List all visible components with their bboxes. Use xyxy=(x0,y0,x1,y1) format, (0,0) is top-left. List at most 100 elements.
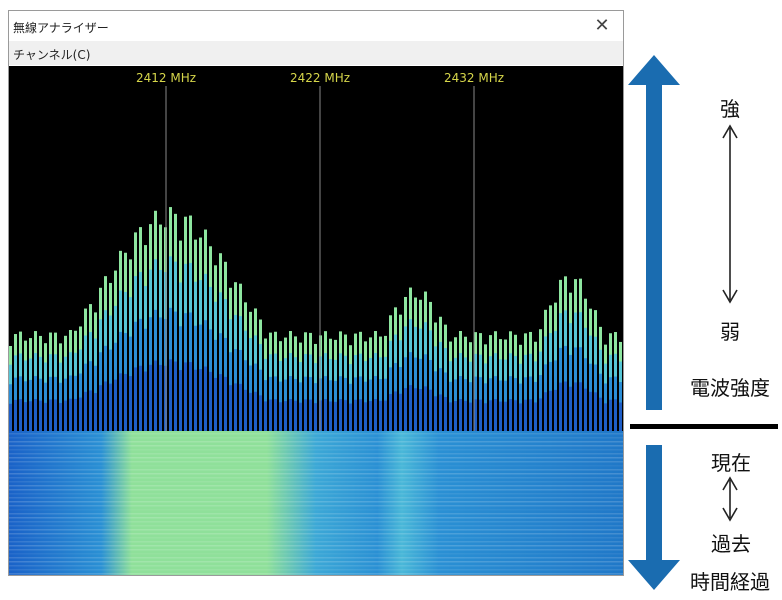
title-bar: 無線アナライザー ✕ xyxy=(9,11,623,41)
waterfall-row xyxy=(9,517,623,519)
signal-bar xyxy=(49,399,52,431)
signal-bar xyxy=(304,399,307,431)
signal-bar xyxy=(124,373,127,431)
waterfall-row xyxy=(9,533,623,535)
signal-bar xyxy=(299,402,302,431)
signal-bar xyxy=(324,399,327,431)
signal-bar xyxy=(374,399,377,431)
signal-bar xyxy=(269,399,272,431)
signal-bar xyxy=(549,390,552,431)
signal-bar xyxy=(369,401,372,431)
signal-bar xyxy=(394,391,397,431)
signal-bar xyxy=(584,388,587,431)
waterfall-row xyxy=(9,569,623,571)
signal-bar xyxy=(609,399,612,431)
signal-bar xyxy=(364,402,367,431)
signal-bar xyxy=(464,400,467,431)
signal-bar xyxy=(544,392,547,431)
waterfall-row xyxy=(9,437,623,439)
signal-bar xyxy=(79,397,82,431)
signal-bar xyxy=(604,403,607,431)
signal-bar xyxy=(189,362,192,431)
signal-bar xyxy=(449,402,452,431)
signal-bar xyxy=(349,403,352,431)
signal-bar xyxy=(559,382,562,431)
signal-bar xyxy=(284,401,287,431)
signal-bar xyxy=(359,399,362,431)
signal-bar xyxy=(389,393,392,431)
waterfall-row xyxy=(9,509,623,511)
arrow-down-icon xyxy=(628,445,680,590)
signal-bar xyxy=(519,403,522,431)
signal-bar xyxy=(139,365,142,431)
signal-bar xyxy=(89,390,92,431)
menu-item-channel[interactable]: チャンネル(C) xyxy=(13,46,90,63)
signal-bar xyxy=(9,403,12,431)
signal-bar xyxy=(404,388,407,431)
signal-bar xyxy=(589,391,592,431)
waterfall-row xyxy=(9,505,623,507)
waterfall-row xyxy=(9,521,623,523)
signal-bars xyxy=(9,207,622,431)
frequency-marker-label: 2422 MHz xyxy=(290,71,350,85)
signal-bar xyxy=(274,399,277,431)
waterfall-row xyxy=(9,493,623,495)
signal-bar xyxy=(59,402,62,431)
waterfall-row xyxy=(9,453,623,455)
signal-bar xyxy=(84,391,87,431)
waterfall-row xyxy=(9,553,623,555)
frequency-marker-label: 2432 MHz xyxy=(444,71,504,85)
signal-bar xyxy=(264,401,267,431)
signal-bar xyxy=(209,371,212,431)
signal-bar xyxy=(69,398,72,431)
signal-bar xyxy=(344,400,347,431)
signal-bar xyxy=(529,399,532,431)
signal-bar xyxy=(19,399,22,431)
signal-bar xyxy=(419,389,422,431)
waterfall-row xyxy=(9,557,623,559)
signal-bar xyxy=(409,385,412,431)
signal-bar xyxy=(429,389,432,431)
waterfall-row xyxy=(9,489,623,491)
window-title: 無線アナライザー xyxy=(13,21,109,35)
signal-bar xyxy=(534,402,537,431)
signal-bar xyxy=(309,399,312,431)
signal-bar xyxy=(619,402,622,431)
signal-bar xyxy=(329,401,332,431)
waterfall-row xyxy=(9,529,623,531)
signal-bar xyxy=(289,399,292,431)
signal-bar xyxy=(109,383,112,431)
signal-bar xyxy=(539,398,542,431)
spectrum-canvas: 2412 MHz 2422 MHz 2432 MHz xyxy=(9,71,623,575)
spectrum-display: 2412 MHz 2422 MHz 2432 MHz xyxy=(9,66,623,575)
signal-bar xyxy=(104,381,107,431)
signal-bar xyxy=(509,399,512,431)
frequency-marker-label: 2412 MHz xyxy=(136,71,196,85)
waterfall-row xyxy=(9,445,623,447)
waterfall-row xyxy=(9,537,623,539)
waterfall-row xyxy=(9,449,623,451)
signal-strength-label: 電波強度 xyxy=(690,376,770,400)
signal-bar xyxy=(249,392,252,431)
waterfall-row xyxy=(9,549,623,551)
signal-bar xyxy=(119,373,122,431)
arrow-up-icon xyxy=(628,55,680,410)
annotation-divider xyxy=(630,424,778,429)
signal-bar xyxy=(599,397,602,431)
signal-bar xyxy=(414,388,417,431)
signal-bar xyxy=(184,362,187,431)
signal-bar xyxy=(214,377,217,431)
waterfall-row xyxy=(9,477,623,479)
signal-bar xyxy=(314,403,317,431)
strength-weak-label: 弱 xyxy=(720,320,740,344)
signal-bar xyxy=(424,386,427,431)
waterfall-row xyxy=(9,461,623,463)
close-button[interactable]: ✕ xyxy=(589,14,615,38)
signal-bar xyxy=(239,383,242,431)
signal-bar xyxy=(524,399,527,431)
signal-bar xyxy=(224,376,227,431)
signal-bar xyxy=(439,394,442,431)
signal-bar xyxy=(614,399,617,431)
signal-bar xyxy=(434,396,437,431)
signal-bar xyxy=(254,391,257,431)
